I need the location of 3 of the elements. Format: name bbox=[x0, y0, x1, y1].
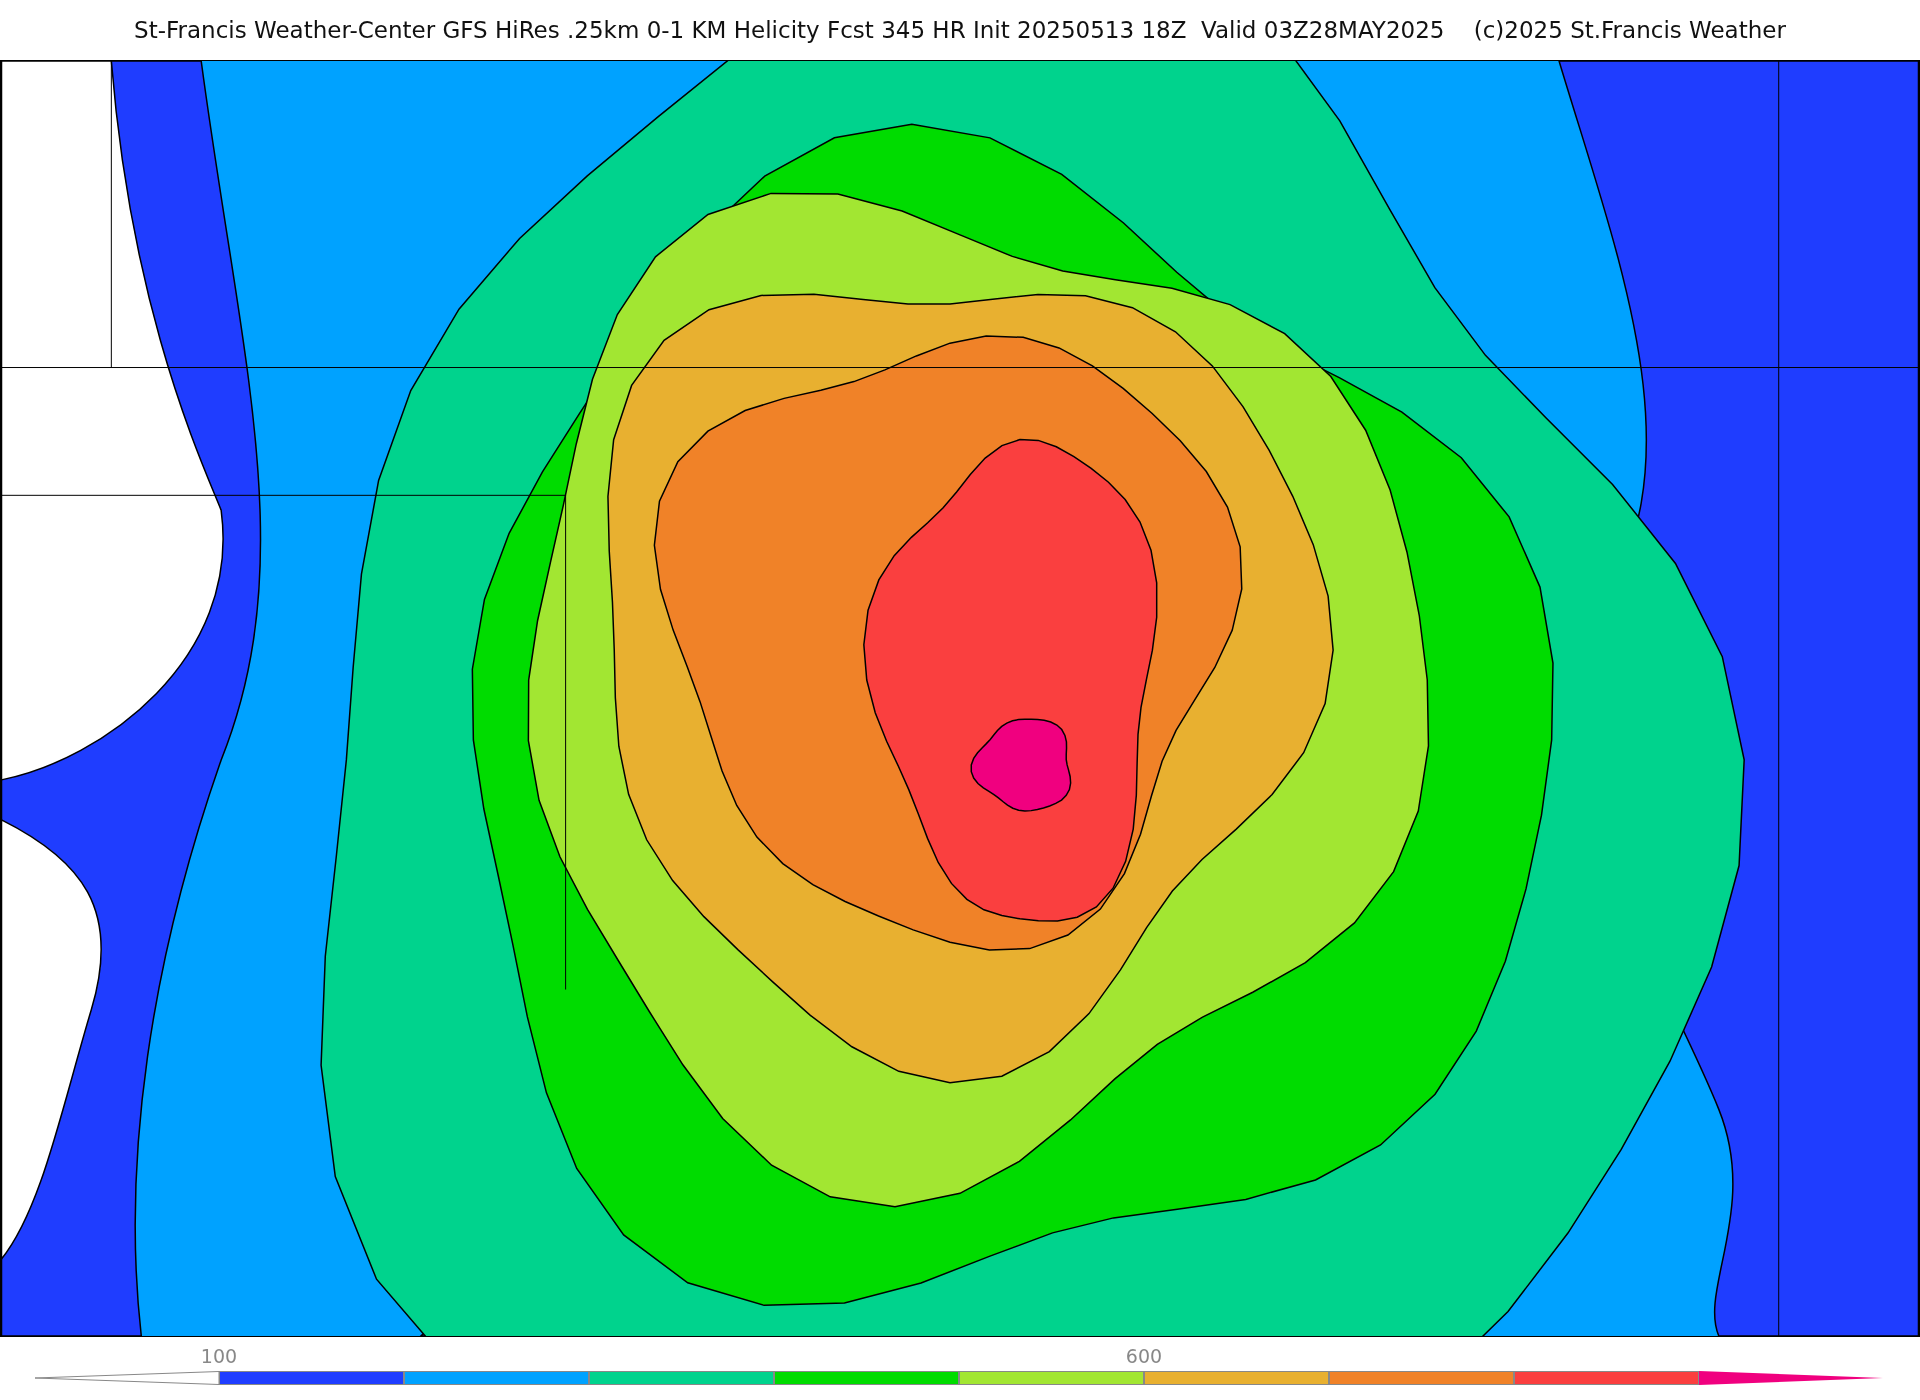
tick-label: 600 bbox=[1125, 1345, 1163, 1367]
tick-label: 100 bbox=[200, 1345, 238, 1367]
map-title: St-Francis Weather-Center GFS HiRes .25km 0-1 KM Helicity Fcst 345 HR Init 20250513 18Z Valid 03Z28MAY2025 (c)2025 St.Francis Weather bbox=[133, 16, 1787, 45]
